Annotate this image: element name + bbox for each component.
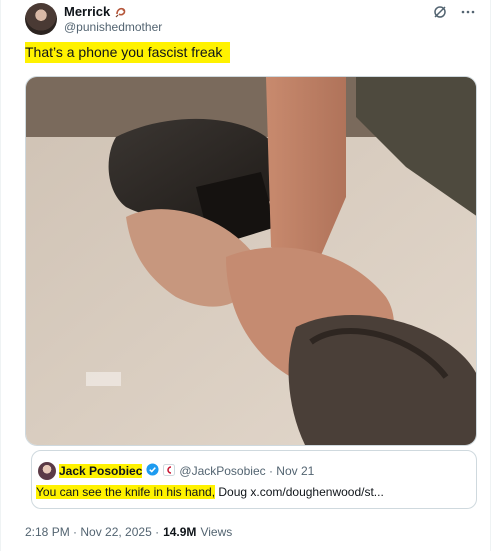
quoted-tweet[interactable]: Jack Posobiec @JackPosobiec · Nov 21 You…	[31, 450, 477, 509]
tweet-text-highlighted: That’s a phone you fascist freak	[25, 42, 231, 63]
bird-emoji-icon	[114, 5, 128, 19]
quoted-tweet-text: You can see the knife in his hand, Doug …	[36, 485, 384, 499]
grok-icon[interactable]	[432, 4, 448, 20]
quoted-text-highlighted: You can see the knife in his hand,	[36, 485, 216, 499]
more-icon[interactable]	[460, 4, 476, 20]
quoted-author-name[interactable]: Jack Posobiec	[59, 464, 143, 478]
quoted-tweet-header: Jack Posobiec @JackPosobiec · Nov 21	[59, 463, 314, 479]
quoted-handle-date[interactable]: @JackPosobiec · Nov 21	[179, 464, 314, 478]
author-handle[interactable]: @punishedmother	[64, 20, 162, 34]
author-display-name[interactable]: Merrick	[64, 4, 110, 19]
tweet-media-photo[interactable]	[25, 76, 477, 446]
quoted-text-rest: Doug x.com/doughenwood/st...	[215, 485, 384, 499]
author-name-row[interactable]: Merrick	[64, 4, 128, 19]
author-avatar[interactable]	[25, 3, 57, 35]
views-count: 14.9M	[163, 525, 197, 539]
post-footer: 2:18 PM · Nov 22, 2025 · 14.9M Views	[25, 525, 232, 539]
verified-badge-icon	[146, 463, 159, 479]
post-header-actions	[432, 4, 476, 20]
quoted-author-avatar[interactable]	[38, 462, 56, 480]
affiliate-badge-icon	[163, 463, 176, 479]
tweet-text: That’s a phone you fascist freak	[25, 42, 231, 63]
post-timestamp[interactable]: 2:18 PM · Nov 22, 2025 ·	[25, 525, 159, 539]
post-card: Merrick @punishedmother That’s a phone y…	[0, 0, 491, 551]
views-label: Views	[200, 525, 233, 539]
